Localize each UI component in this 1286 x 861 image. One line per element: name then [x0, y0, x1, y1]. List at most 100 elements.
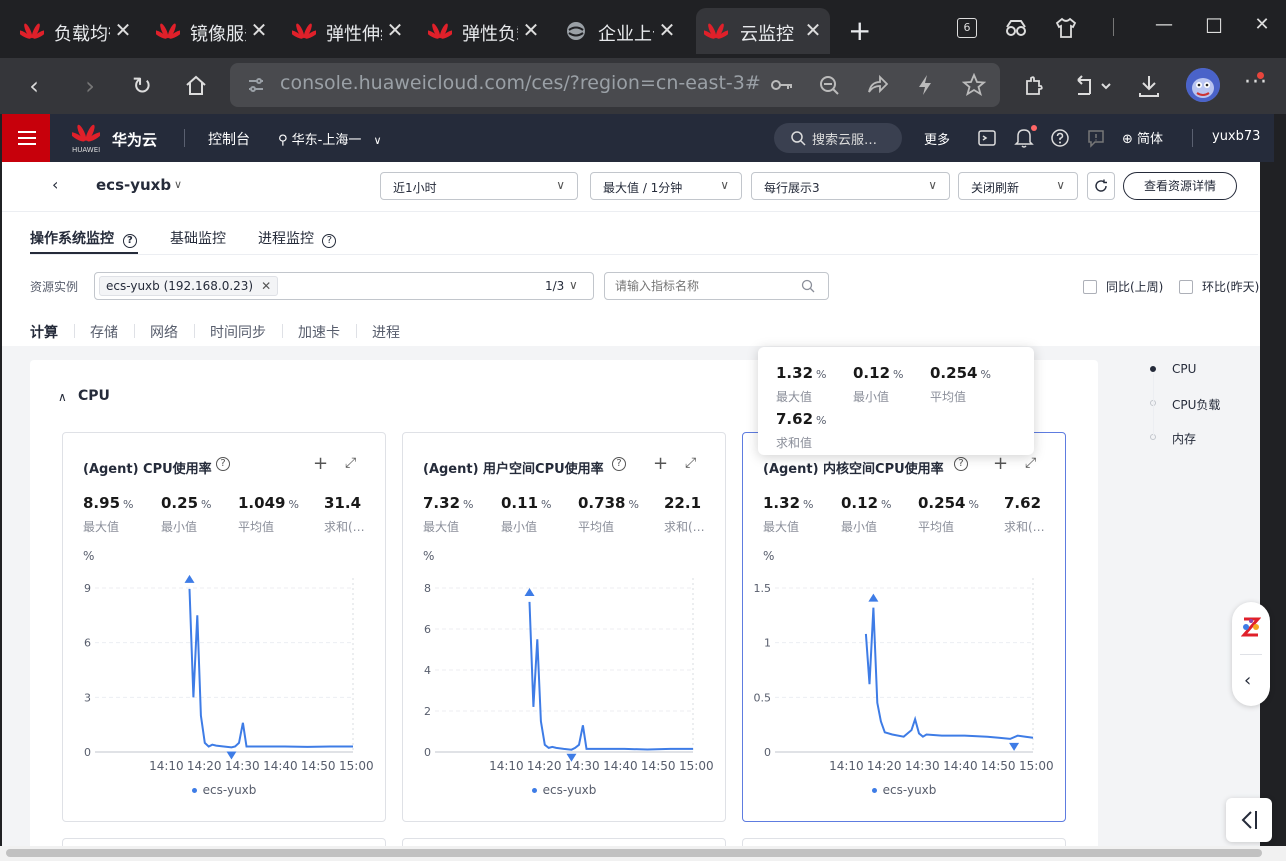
anchor-cpu[interactable]: CPU [1150, 362, 1196, 376]
history-menu-icon[interactable] [1074, 74, 1114, 98]
share-icon[interactable] [866, 74, 888, 96]
user-menu[interactable]: yuxb73 [1212, 129, 1260, 144]
horizontal-scrollbar[interactable] [0, 846, 1286, 861]
category-accelerator[interactable]: 加速卡 [298, 322, 340, 342]
language-selector[interactable]: ⊕ 简体 [1122, 128, 1163, 147]
zoom-out-icon[interactable] [818, 74, 840, 96]
terminal-icon[interactable] [977, 128, 997, 148]
maximize-button[interactable]: ☐ [1196, 14, 1232, 38]
minimize-button[interactable]: — [1146, 14, 1182, 35]
tab-process-monitoring[interactable]: 进程监控 ? [258, 228, 337, 248]
close-icon[interactable]: ✕ [248, 18, 270, 42]
assistant-icon[interactable] [1241, 616, 1261, 638]
auto-refresh-select[interactable]: 关闭刷新 ∨ [958, 172, 1078, 200]
more-menu[interactable]: 更多 [924, 129, 950, 148]
view-resource-details-button[interactable]: 查看资源详情 [1123, 172, 1237, 200]
vpn-icon[interactable] [1004, 16, 1028, 40]
chart-legend[interactable]: ecs-yuxb [63, 783, 385, 797]
add-icon[interactable]: + [313, 453, 328, 474]
bookmark-star-icon[interactable] [962, 73, 986, 97]
fullscreen-icon[interactable]: ⤢ [685, 455, 696, 471]
help-icon[interactable]: ? [612, 457, 626, 471]
home-icon[interactable] [184, 74, 208, 98]
instance-name[interactable]: ecs-yuxb [96, 176, 171, 194]
feedback-icon[interactable] [1086, 128, 1106, 148]
browser-tab[interactable]: 企业上云 ✕ [544, 8, 678, 54]
per-row-select[interactable]: 每行展示3 ∨ [751, 172, 950, 200]
avatar[interactable] [1186, 68, 1220, 102]
new-tab-button[interactable]: + [848, 14, 871, 47]
cpu-chart[interactable]: 0 2 4 6 8 14:10 14:20 14:30 14:40 14:50 15:00 [403, 563, 725, 773]
help-icon[interactable]: ? [122, 234, 137, 248]
browser-tab[interactable]: 弹性负载 ✕ [408, 8, 542, 54]
help-icon[interactable] [1050, 128, 1070, 148]
reload-button[interactable]: ↻ [126, 72, 158, 100]
collapse-icon[interactable]: ∧ [58, 390, 67, 404]
category-network[interactable]: 网络 [150, 322, 178, 342]
side-panel-toggle[interactable] [1226, 798, 1272, 842]
aggregation-select[interactable]: 最大值 / 1分钟 ∨ [590, 172, 742, 200]
download-icon[interactable] [1136, 73, 1162, 99]
chevron-down-icon[interactable]: ∨ [174, 178, 182, 191]
tab-os-monitoring[interactable]: 操作系统监控 ? [30, 228, 137, 248]
browser-tab-active[interactable]: 云监控 ✕ [696, 8, 830, 54]
console-link[interactable]: 控制台 [208, 129, 250, 149]
collapse-left-icon[interactable]: ‹ [1244, 670, 1251, 691]
metric-card[interactable]: (Agent) CPU使用率 ? + ⤢ 8.95% 最大值 0.25% 最小值 1.04… [62, 432, 386, 822]
fullscreen-icon[interactable]: ⤢ [345, 455, 356, 471]
resource-instance-select[interactable]: ecs-yuxb (192.168.0.23) ✕ 1/3 ∨ [94, 272, 594, 300]
site-settings-icon[interactable] [246, 75, 266, 95]
back-arrow-icon[interactable]: ‹ [52, 175, 58, 194]
category-compute[interactable]: 计算 [30, 322, 58, 342]
brand-name[interactable]: 华为云 [112, 129, 157, 150]
browser-tab[interactable]: 弹性伸缩 ✕ [272, 8, 406, 54]
menu-button[interactable] [2, 114, 50, 162]
region-selector[interactable]: ⚲ 华东-上海一 ∨ [278, 129, 382, 148]
refresh-button[interactable] [1087, 172, 1115, 200]
metric-card[interactable]: (Agent) 内核空间CPU使用率 ? + ⤢ 1.32% 最大值 0.12% 最小值… [742, 432, 1066, 822]
close-icon[interactable]: ✕ [261, 277, 271, 295]
more-options-icon[interactable]: ··· [1244, 70, 1268, 95]
add-icon[interactable]: + [653, 453, 668, 474]
browser-tab[interactable]: 镜像服务 ✕ [136, 8, 270, 54]
close-icon[interactable]: ✕ [802, 18, 824, 42]
tab-basic-monitoring[interactable]: 基础监控 [170, 228, 226, 248]
help-icon[interactable]: ? [216, 457, 230, 471]
close-icon[interactable]: ✕ [384, 18, 406, 42]
chart-legend[interactable]: ecs-yuxb [743, 783, 1065, 797]
help-icon[interactable]: ? [954, 457, 968, 471]
close-icon[interactable]: ✕ [656, 18, 678, 42]
close-icon[interactable]: ✕ [520, 18, 542, 42]
cpu-chart[interactable]: 0 3 6 9 14:10 14:20 14:30 14:40 14:50 15:00 [63, 563, 385, 773]
cpu-chart[interactable]: 0 0.5 1 1.5 14:10 14:20 14:30 14:40 14:50 15:00 [743, 563, 1065, 773]
tab-count-icon[interactable]: 6 [957, 18, 977, 38]
mom-checkbox[interactable] [1179, 280, 1193, 294]
metric-search-field[interactable] [615, 277, 795, 295]
time-range-select[interactable]: 近1小时 ∨ [380, 172, 578, 200]
chart-legend[interactable]: ecs-yuxb [403, 783, 725, 797]
category-storage[interactable]: 存储 [90, 322, 118, 342]
add-icon[interactable]: + [993, 453, 1008, 474]
scrollbar-thumb[interactable] [6, 849, 1262, 857]
shirt-icon[interactable] [1054, 16, 1078, 40]
extensions-icon[interactable] [1022, 74, 1046, 98]
browser-tab[interactable]: 负载均衡 ✕ [0, 8, 134, 54]
fullscreen-icon[interactable]: ⤢ [1025, 455, 1036, 471]
yoy-checkbox[interactable] [1083, 280, 1097, 294]
address-bar[interactable]: console.huaweicloud.com/ces/?region=cn-e… [230, 63, 1000, 107]
lightning-icon[interactable] [916, 74, 934, 96]
metric-search-input[interactable] [604, 272, 829, 300]
anchor-cpu-load[interactable]: CPU负载 [1150, 396, 1220, 413]
back-button[interactable]: ‹ [18, 72, 50, 100]
key-icon[interactable] [770, 75, 794, 95]
category-time-sync[interactable]: 时间同步 [210, 322, 266, 342]
global-search[interactable]: 搜索云服… [774, 123, 902, 153]
metric-card[interactable]: (Agent) 用户空间CPU使用率 ? + ⤢ 7.32% 最大值 0.11% 最小值… [402, 432, 726, 822]
window-close-button[interactable]: ✕ [1244, 14, 1280, 35]
forward-button[interactable]: › [74, 72, 106, 100]
help-icon[interactable]: ? [322, 234, 337, 248]
category-process[interactable]: 进程 [372, 322, 400, 342]
close-icon[interactable]: ✕ [112, 18, 134, 42]
anchor-memory[interactable]: 内存 [1150, 430, 1196, 447]
bell-icon[interactable] [1014, 127, 1034, 149]
